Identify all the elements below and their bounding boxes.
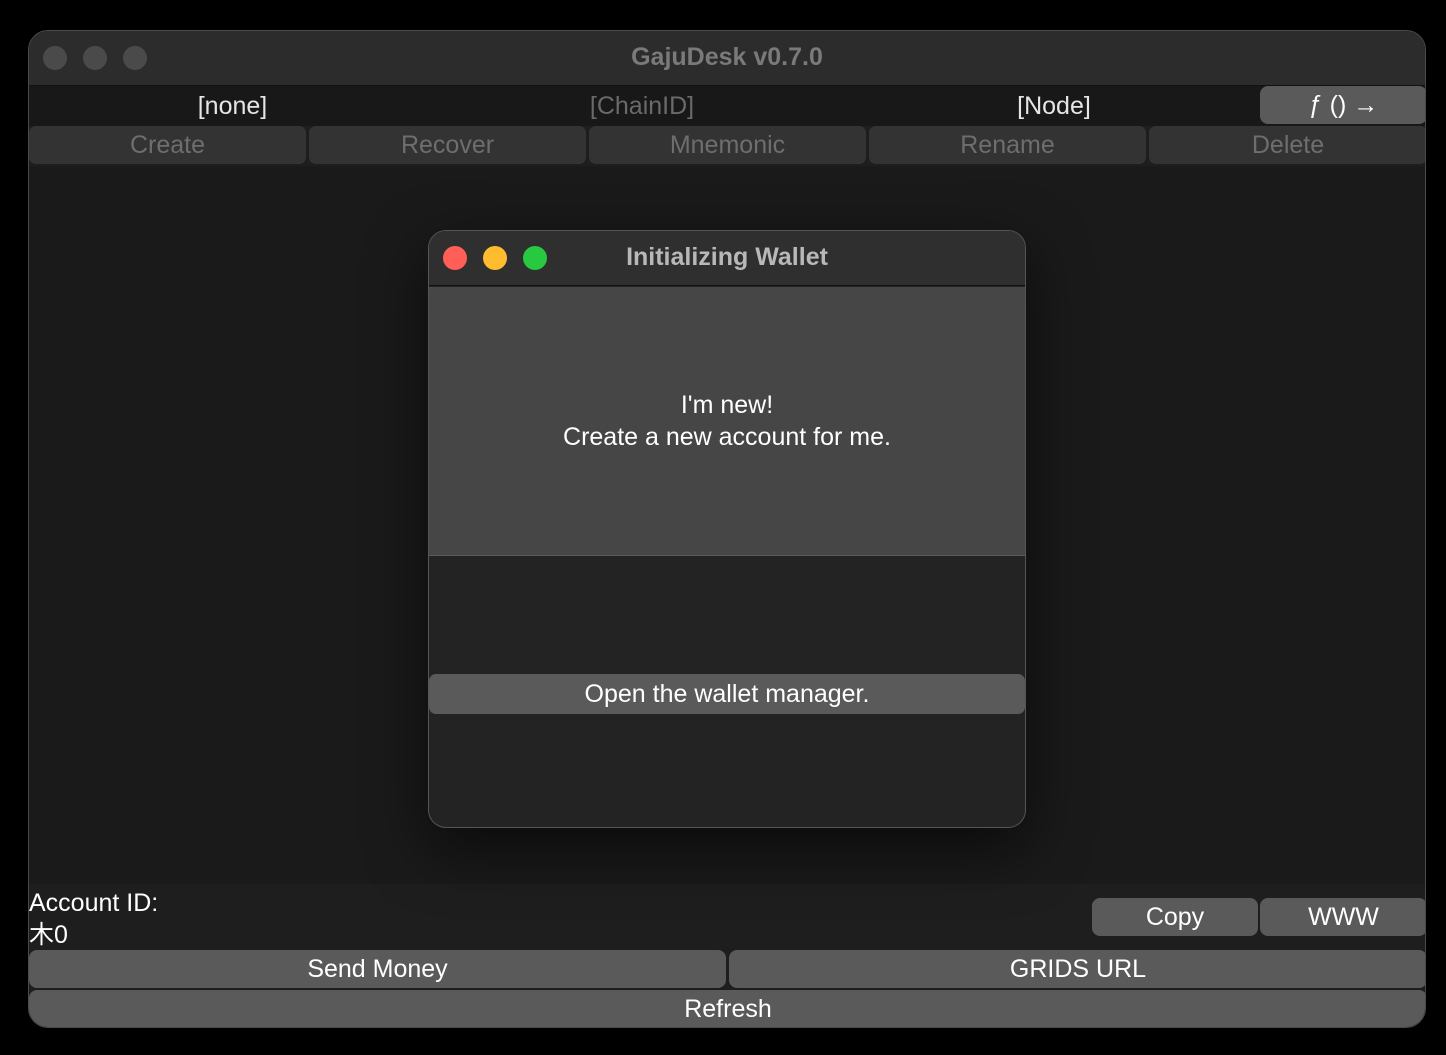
account-id-label: Account ID: bbox=[29, 889, 159, 917]
footer: Account ID: 木0 Copy WWW Send Money GRIDS… bbox=[29, 884, 1425, 1027]
send-money-button[interactable]: Send Money bbox=[29, 950, 726, 988]
initializing-wallet-dialog: Initializing Wallet I'm new! Create a ne… bbox=[428, 230, 1026, 828]
recover-button[interactable]: Recover bbox=[309, 126, 586, 164]
window-title: GajuDesk v0.7.0 bbox=[631, 43, 823, 71]
chain-id-selector[interactable]: [ChainID] bbox=[436, 86, 848, 126]
delete-button[interactable]: Delete bbox=[1149, 126, 1425, 164]
new-account-line2: Create a new account for me. bbox=[563, 423, 891, 451]
open-wallet-manager-button[interactable]: Open the wallet manager. bbox=[429, 674, 1025, 714]
new-account-line1: I'm new! bbox=[680, 391, 774, 419]
node-selector[interactable]: [Node] bbox=[848, 86, 1260, 126]
account-selector[interactable]: [none] bbox=[29, 86, 436, 126]
dialog-titlebar[interactable]: Initializing Wallet bbox=[429, 231, 1025, 286]
account-actions: Create Recover Mnemonic Rename Delete bbox=[29, 126, 1425, 166]
toolbar: [none] [ChainID] [Node] ƒ () → bbox=[29, 86, 1425, 126]
account-id-value: 木0 bbox=[29, 921, 68, 949]
www-button[interactable]: WWW bbox=[1260, 898, 1425, 936]
mnemonic-button[interactable]: Mnemonic bbox=[589, 126, 866, 164]
copy-button[interactable]: Copy bbox=[1092, 898, 1258, 936]
create-button[interactable]: Create bbox=[29, 126, 306, 164]
main-titlebar[interactable]: GajuDesk v0.7.0 bbox=[29, 31, 1425, 86]
rename-button[interactable]: Rename bbox=[869, 126, 1146, 164]
refresh-button[interactable]: Refresh bbox=[29, 990, 1425, 1027]
dialog-title: Initializing Wallet bbox=[626, 243, 828, 271]
create-new-account-button[interactable]: I'm new! Create a new account for me. bbox=[429, 287, 1025, 556]
grids-url-button[interactable]: GRIDS URL bbox=[729, 950, 1425, 988]
function-button[interactable]: ƒ () → bbox=[1260, 86, 1425, 124]
